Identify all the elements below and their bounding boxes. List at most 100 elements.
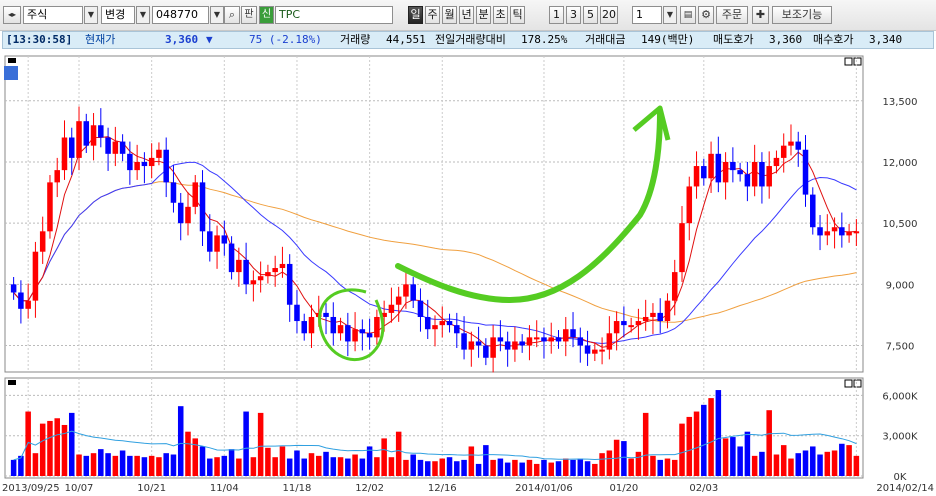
candle-body [802,149,809,195]
period-week-button[interactable]: 주 [425,6,440,24]
stock-chart[interactable]: 13,500 12,000 10,500 9,000 7,500 6,000K 3,000… [0,52,936,496]
change-select[interactable]: 변경 [101,6,135,24]
candle-body [352,329,358,342]
candle-body [192,182,199,207]
volume-bar [759,451,765,476]
search-button[interactable]: 판 [241,6,257,24]
change-dropdown-icon[interactable]: ▼ [136,6,150,24]
volume-bar [497,458,504,476]
candle-body [127,153,133,171]
volume-bar [824,451,831,476]
volume-bar [352,454,358,476]
gear-icon[interactable]: ⚙ [698,6,714,24]
save-icon[interactable]: ▤ [680,6,696,24]
volume-panel-menu-icon [8,380,16,385]
volume-bar [708,398,714,476]
candle-body [635,321,642,326]
volume-bar [294,450,300,476]
candle-body [119,141,126,154]
volume-bar [519,462,525,476]
stock-code-input[interactable]: 048770 [152,6,209,24]
candle-body [708,153,714,179]
code-dropdown-icon[interactable]: ▼ [210,6,224,24]
volume-bar [236,458,242,476]
volume-bar [228,449,235,476]
volume-bar [257,412,264,476]
candle-body [214,235,220,252]
count-dropdown-icon[interactable]: ▼ [663,6,677,24]
search-icon[interactable]: ⌕ [224,6,240,24]
volume-bar [671,459,678,476]
volume-bar [374,457,380,476]
volume-bar [366,446,373,476]
period-year-button[interactable]: 년 [459,6,474,24]
volume-value: 44,551 [386,33,426,46]
volume-bar [134,455,140,476]
date-tick-label: 10/21 [137,483,166,494]
volume-label: 거래량 [340,33,371,46]
candle-body [134,161,140,171]
nav-arrows-button[interactable]: ◂▸ [3,6,21,24]
volume-bar [388,457,395,476]
period-day-button[interactable]: 일 [408,6,423,24]
candle-body [83,121,90,146]
price-tick-label: 13,500 [883,97,918,108]
candle-body [243,259,249,285]
candle-body [773,157,780,167]
volume-bar [39,423,46,476]
candle-body [744,174,751,187]
price-tick-label: 7,500 [886,342,915,353]
candle-body [257,276,264,281]
volume-bar [221,455,228,476]
candle-body [236,259,242,273]
count-input[interactable]: 1 [632,6,662,24]
volume-bar [432,461,438,476]
candle-body [90,125,97,146]
volume-bar [141,457,148,476]
candle-body [330,316,337,334]
volume-bar [148,455,155,476]
aux-function-button[interactable]: 보조기능 [772,6,832,24]
minute-20-button[interactable]: 20 [600,6,618,24]
volume-bar [621,441,627,476]
volume-bar [701,404,707,476]
candle-body [105,137,111,154]
minute-3-button[interactable]: 3 [566,6,581,24]
period-minute-button[interactable]: 분 [476,6,491,24]
candle-body [221,235,228,244]
volume-bar [10,459,17,476]
period-month-button[interactable]: 월 [442,6,457,24]
candle-body [592,349,598,354]
candle-body [279,263,286,269]
candle-body [519,341,525,346]
minute-1-button[interactable]: 1 [549,6,564,24]
candle-body [359,329,366,334]
volume-bar [853,455,860,476]
market-select[interactable]: 주식 [23,6,83,24]
candle-body [112,141,119,154]
candle-body [642,316,649,322]
volume-bar [657,459,663,476]
candle-body [410,284,416,301]
bid-price: 3,340 [869,33,903,46]
prev-volume-ratio: 178.25% [521,33,568,46]
period-tick-button[interactable]: 틱 [510,6,525,24]
market-dropdown-icon[interactable]: ▼ [84,6,98,24]
order-button[interactable]: 주문 [716,6,748,24]
candle-body [185,206,191,224]
volume-bar [170,454,177,476]
volume-bar [570,459,576,476]
current-price: 3,360 [165,33,199,46]
candle-body [25,300,31,309]
ask-price: 3,360 [769,33,803,46]
volume-bar [156,457,162,476]
candle-body [563,329,569,342]
volume-bar [563,458,569,476]
toolbar: ◂▸ 주식 ▼ 변경 ▼ 048770 ▼ ⌕ 판 신 TPC 일 주 월 년 … [0,0,936,31]
period-second-button[interactable]: 초 [493,6,508,24]
volume-bar [773,454,780,476]
plus-icon[interactable]: ✚ [752,6,769,24]
volume-bar [737,446,743,476]
minute-5-button[interactable]: 5 [583,6,598,24]
volume-bar [337,457,344,476]
